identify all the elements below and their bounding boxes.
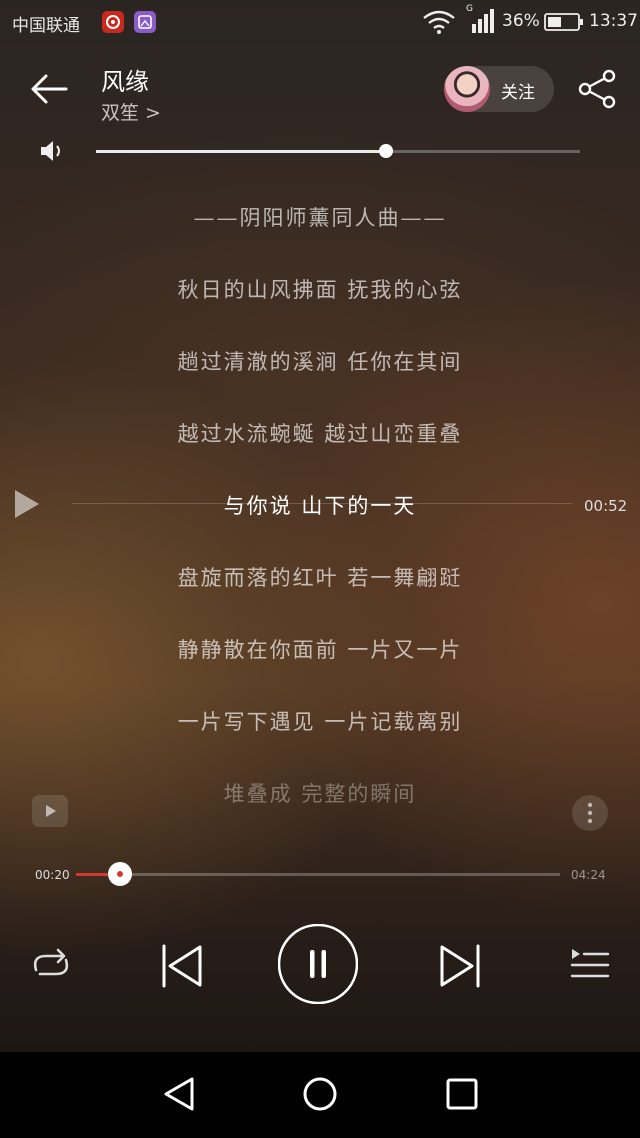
status-clock: 13:37 [589,11,638,31]
progress-bar-thumb[interactable] [108,862,132,886]
volume-slider-fill [96,150,386,153]
skip-next-icon [440,944,480,988]
next-track-button[interactable] [436,944,484,992]
playlist-icon [570,949,610,978]
arrow-left-icon [31,74,68,104]
previous-track-button[interactable] [158,944,206,992]
follow-label: 关注 [501,83,535,103]
nav-recent-apps-button[interactable] [444,1076,480,1112]
wifi-icon [423,10,455,34]
speaker-icon[interactable] [38,138,66,164]
volume-slider-thumb[interactable] [379,144,393,158]
lyric-line: 秋日的山风拂面 抚我的心弦 [177,278,463,302]
skip-previous-icon [162,944,202,988]
more-options-button[interactable] [572,795,608,831]
battery-percentage: 36% [502,11,540,31]
lyric-line: 一片写下遇见 一片记载离别 [177,710,463,734]
lyric-line: 盘旋而落的红叶 若一舞翩跹 [177,566,463,590]
repeat-icon [33,948,69,976]
gallery-notification-icon [134,11,156,33]
share-button[interactable] [576,66,620,112]
lyric-line: 静静散在你面前 一片又一片 [177,638,463,662]
elapsed-time: 00:20 [35,868,70,882]
back-button[interactable] [26,66,72,112]
progress-bar-track[interactable] [76,873,560,876]
lyric-line: 趟过清澈的溪涧 任你在其间 [177,350,463,374]
system-navigation-bar [0,1052,640,1138]
lyric-line: ——阴阳师薰同人曲—— [193,206,447,230]
play-pause-button[interactable] [277,923,359,1005]
lyric-line: 堆叠成 完整的瞬间 [223,782,417,806]
pause-icon [277,923,359,1005]
progress-thumb-dot [117,871,123,877]
cellular-signal-icon [472,9,494,33]
more-vertical-icon [587,802,593,824]
carrier-name: 中国联通 [12,16,80,36]
video-play-icon [46,805,56,817]
lyric-seek-time: 00:52 [584,497,628,515]
netease-music-notification-icon [102,11,124,33]
lyric-seek-play-button[interactable] [12,488,42,524]
video-play-button[interactable] [32,795,68,827]
lyric-seek-line [72,503,572,504]
nav-back-button[interactable] [160,1074,200,1114]
play-triangle-icon [15,490,39,518]
lyric-line: 越过水流蜿蜒 越过山峦重叠 [177,422,463,446]
share-icon [578,69,616,109]
lyric-line-current: 与你说 山下的一天 [223,494,417,518]
total-duration: 04:24 [571,868,606,882]
artist-avatar [444,66,490,112]
status-bar: 中国联通 G 36% 13:37 [0,0,640,44]
battery-icon [544,13,583,31]
nav-home-button[interactable] [300,1074,340,1114]
repeat-button[interactable] [28,944,74,990]
artist-link[interactable]: 双笙 > [101,98,161,125]
follow-artist-button[interactable]: 关注 [444,66,554,112]
song-title: 风缘 [101,68,149,96]
playlist-button[interactable] [568,946,612,988]
